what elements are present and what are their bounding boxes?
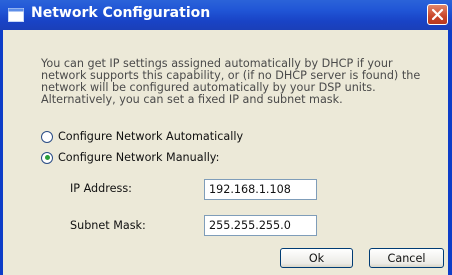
window-icon [8,8,24,22]
radio-configure-auto[interactable]: Configure Network Automatically [41,130,243,143]
network-config-window: Network Configuration You can get IP set… [0,0,452,275]
close-button[interactable] [427,4,448,25]
subnet-mask-field[interactable]: 255.255.255.0 [204,215,317,236]
cancel-button[interactable]: Cancel [369,248,444,268]
radio-selected-dot [44,155,50,160]
title-bar[interactable]: Network Configuration [0,0,452,30]
dialog-body: You can get IP settings assigned automat… [0,30,452,275]
subnet-mask-label: Subnet Mask: [70,219,146,232]
ip-address-label: IP Address: [70,182,132,195]
radio-button-selected[interactable] [41,151,53,164]
radio-manual-label: Configure Network Manually: [58,151,220,164]
ok-button[interactable]: Ok [280,248,353,268]
radio-auto-label: Configure Network Automatically [58,130,244,143]
radio-configure-manual[interactable]: Configure Network Manually: [41,151,219,164]
radio-button[interactable] [41,130,53,143]
close-icon [431,8,444,21]
window-title: Network Configuration [31,5,211,21]
description-text: You can get IP settings assigned automat… [41,57,421,106]
ip-address-field[interactable]: 192.168.1.108 [204,179,317,200]
